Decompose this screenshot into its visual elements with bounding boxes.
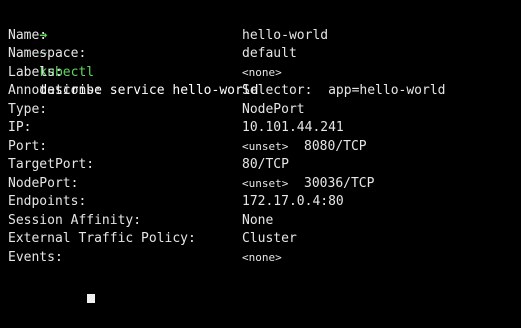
field-value: <none> bbox=[242, 65, 282, 79]
field-value: Selector: app=hello-world bbox=[242, 83, 446, 98]
field-value: default bbox=[242, 46, 297, 61]
output-row-port: Port: <unset> 8080/TCP bbox=[8, 138, 515, 157]
field-value: 10.101.44.241 bbox=[242, 120, 344, 135]
field-key: Labels: bbox=[8, 64, 63, 80]
field-key: External Traffic Policy: bbox=[8, 231, 196, 246]
field-value: <none> bbox=[242, 250, 282, 264]
output-row-labels: Labels: <none> bbox=[8, 64, 515, 83]
output-row-namespace: Namespace: default bbox=[8, 45, 515, 64]
field-value-unset: <unset> bbox=[242, 176, 289, 190]
field-value: 172.17.0.4:80 bbox=[242, 194, 344, 209]
output-row-external-traffic-policy: External Traffic Policy: Cluster bbox=[8, 230, 515, 249]
field-key: Endpoints: bbox=[8, 194, 87, 209]
field-key: Name: bbox=[8, 27, 48, 43]
field-key: NodePort: bbox=[8, 175, 79, 191]
field-value: hello-world bbox=[242, 27, 329, 43]
terminal-window[interactable]: → ~ kubectl describe service hello-world… bbox=[0, 0, 521, 314]
field-value: 8080/TCP bbox=[304, 138, 367, 154]
field-key: TargetPort: bbox=[8, 157, 95, 172]
field-value: None bbox=[242, 212, 274, 228]
field-value-group: <unset> 30036/TCP bbox=[242, 175, 374, 194]
field-key: Namespace: bbox=[8, 46, 87, 61]
output-row-annotations: Annotations: Selector: app=hello-world bbox=[8, 82, 515, 101]
field-value-unset: <unset> bbox=[242, 139, 289, 153]
input-line[interactable] bbox=[8, 267, 515, 303]
output-row-session-affinity: Session Affinity: None bbox=[8, 212, 515, 231]
output-row-events: Events: <none> bbox=[8, 249, 515, 268]
field-key: Session Affinity: bbox=[8, 212, 142, 228]
output-row-endpoints: Endpoints: 172.17.0.4:80 bbox=[8, 193, 515, 212]
output-row-ip: IP: 10.101.44.241 bbox=[8, 119, 515, 138]
field-key: Annotations: bbox=[8, 83, 102, 98]
command-line: → ~ kubectl describe service hello-world bbox=[8, 8, 515, 99]
output-row-type: Type: NodePort bbox=[8, 101, 515, 120]
field-key: Events: bbox=[8, 249, 63, 265]
field-value: Cluster bbox=[242, 231, 297, 246]
field-key: Type: bbox=[8, 101, 48, 117]
field-key: IP: bbox=[8, 120, 32, 135]
field-key: Port: bbox=[8, 138, 48, 154]
field-value: 80/TCP bbox=[242, 157, 289, 172]
output-row-name: Name: hello-world bbox=[8, 27, 515, 46]
terminal-cursor bbox=[87, 293, 96, 303]
output-row-nodeport: NodePort: <unset> 30036/TCP bbox=[8, 175, 515, 194]
field-value-group: <unset> 8080/TCP bbox=[242, 138, 367, 157]
output-row-targetport: TargetPort: 80/TCP bbox=[8, 156, 515, 175]
field-value: NodePort bbox=[242, 101, 305, 117]
field-value: 30036/TCP bbox=[304, 175, 375, 191]
